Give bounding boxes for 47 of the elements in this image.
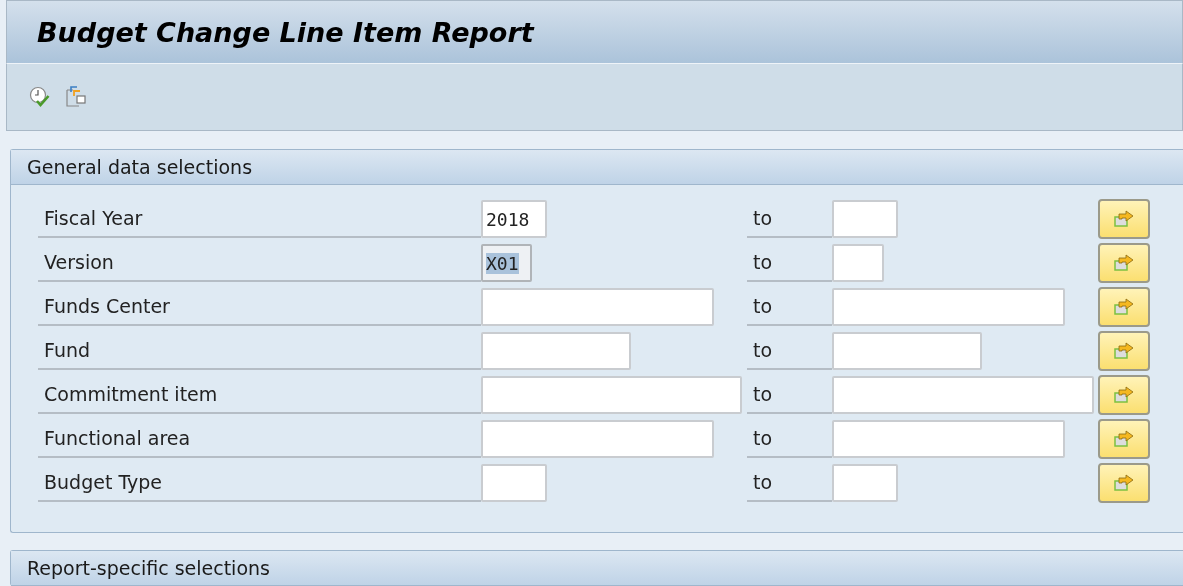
input-field[interactable] — [481, 332, 631, 370]
input-field[interactable] — [832, 376, 1094, 414]
input-field[interactable] — [832, 420, 1065, 458]
multiple-selection-button[interactable] — [1098, 463, 1150, 503]
field-label: Commitment item — [44, 383, 218, 405]
copy-windows-icon[interactable] — [65, 86, 87, 108]
to-label: to — [753, 339, 773, 361]
arrow-out-icon — [1113, 341, 1135, 361]
input-field[interactable] — [832, 464, 898, 502]
group-title: General data selections — [27, 156, 253, 178]
multiple-selection-button[interactable] — [1098, 419, 1150, 459]
arrow-out-icon — [1113, 253, 1135, 273]
to-label: to — [753, 383, 773, 405]
input-field[interactable] — [481, 464, 547, 502]
field-label: Budget Type — [44, 471, 163, 493]
input-field[interactable]: 2018 — [481, 200, 547, 238]
to-label: to — [753, 427, 773, 449]
arrow-out-icon — [1113, 429, 1135, 449]
to-label: to — [753, 471, 773, 493]
multiple-selection-button[interactable] — [1098, 199, 1150, 239]
group-title: Report-specific selections — [27, 557, 270, 579]
input-field[interactable] — [481, 288, 714, 326]
field-label: Funds Center — [44, 295, 170, 317]
field-label: Functional area — [44, 427, 191, 449]
arrow-out-icon — [1113, 385, 1135, 405]
multiple-selection-button[interactable] — [1098, 243, 1150, 283]
to-label: to — [753, 207, 773, 229]
multiple-selection-button[interactable] — [1098, 287, 1150, 327]
to-label: to — [753, 295, 773, 317]
input-field[interactable] — [481, 420, 714, 458]
field-label: Fund — [44, 339, 91, 361]
input-field[interactable] — [832, 200, 898, 238]
multiple-selection-button[interactable] — [1098, 375, 1150, 415]
field-label: Fiscal Year — [44, 207, 143, 229]
input-field[interactable] — [832, 288, 1065, 326]
input-field[interactable] — [481, 376, 742, 414]
input-field[interactable] — [832, 332, 982, 370]
arrow-out-icon — [1113, 209, 1135, 229]
arrow-out-icon — [1113, 473, 1135, 493]
multiple-selection-button[interactable] — [1098, 331, 1150, 371]
arrow-out-icon — [1113, 297, 1135, 317]
input-field[interactable] — [832, 244, 884, 282]
clock-check-icon[interactable] — [29, 86, 51, 108]
input-field[interactable]: X01 — [481, 244, 532, 282]
field-label: Version — [44, 251, 114, 273]
window-title: Budget Change Line Item Report — [37, 16, 534, 48]
to-label: to — [753, 251, 773, 273]
